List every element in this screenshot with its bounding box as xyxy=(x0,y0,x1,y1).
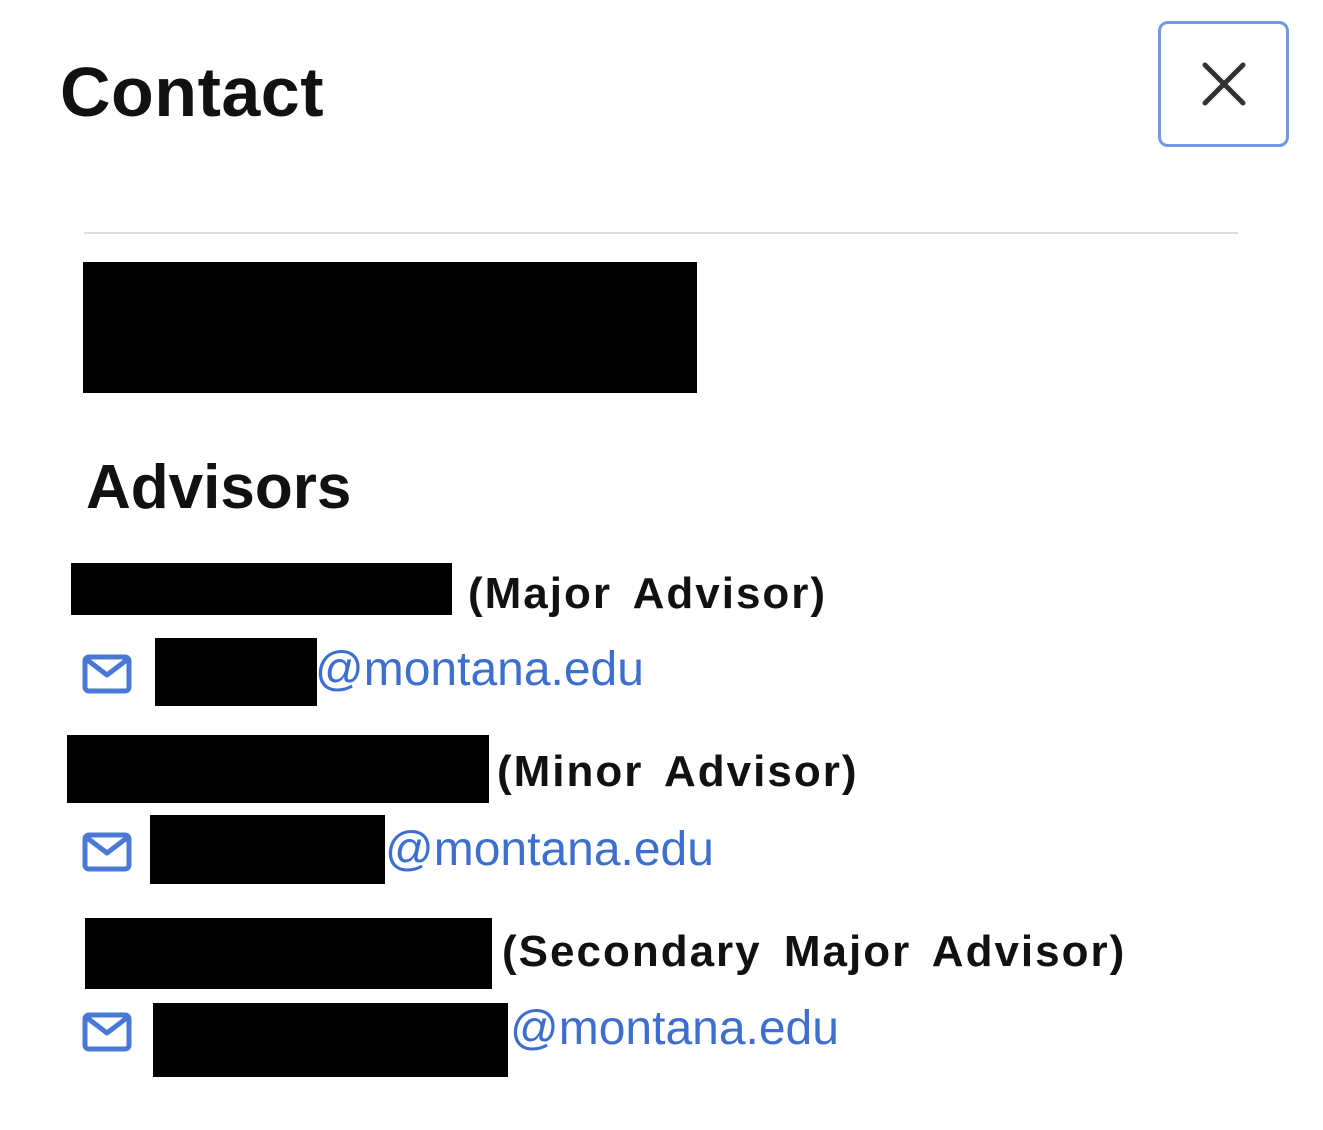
redacted-advisor-name xyxy=(67,735,489,803)
close-button[interactable] xyxy=(1158,21,1289,147)
dialog-title: Contact xyxy=(60,53,325,131)
redacted-student-info xyxy=(83,262,697,393)
mail-icon xyxy=(82,1012,132,1052)
redacted-email-user xyxy=(150,815,385,884)
advisor-role: (Major Advisor) xyxy=(468,569,828,618)
redacted-email-user xyxy=(155,638,317,706)
redacted-email-user xyxy=(153,1003,508,1077)
header-divider xyxy=(84,232,1238,234)
mail-icon xyxy=(82,832,132,872)
close-icon xyxy=(1202,62,1246,106)
advisors-heading: Advisors xyxy=(86,453,352,522)
redacted-advisor-name xyxy=(85,918,492,989)
advisor-role: (Secondary Major Advisor) xyxy=(502,927,1127,976)
advisor-email-link[interactable]: @montana.edu xyxy=(510,1001,839,1057)
redacted-advisor-name xyxy=(71,563,452,615)
mail-icon xyxy=(82,654,132,694)
advisor-role: (Minor Advisor) xyxy=(497,747,859,796)
advisor-email-link[interactable]: @montana.edu xyxy=(315,642,644,698)
advisor-email-link[interactable]: @montana.edu xyxy=(385,822,714,878)
